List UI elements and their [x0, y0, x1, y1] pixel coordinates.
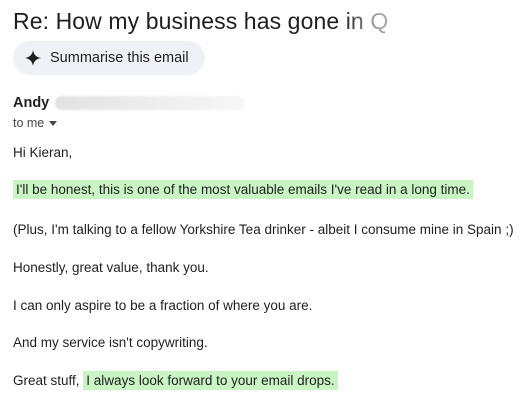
email-body-line: Great stuff, I always look forward to yo… [13, 371, 338, 391]
sparkle-icon [25, 50, 41, 66]
summarise-button-label: Summarise this email [50, 50, 189, 66]
email-subject: Re: How my business has gone in Q [13, 8, 389, 34]
subject-row: Re: How my business has gone in Q [13, 6, 531, 36]
recipient-details-toggle[interactable]: to me [13, 116, 58, 130]
email-body-text: Great stuff, [13, 373, 84, 388]
email-body-line: Honestly, great value, thank you. [13, 260, 209, 275]
email-body-line: And my service isn't copywriting. [13, 335, 208, 350]
email-greeting: Hi Kieran, [13, 145, 73, 160]
sender-row: Andy [13, 95, 246, 111]
caret-down-icon [49, 121, 58, 126]
recipient-label: to me [13, 116, 45, 130]
summarise-button[interactable]: Summarise this email [13, 41, 205, 75]
email-body-line: (Plus, I'm talking to a fellow Yorkshire… [13, 222, 514, 237]
email-view: Re: How my business has gone in Q Summar… [0, 0, 531, 400]
highlighted-text: I'll be honest, this is one of the most … [13, 180, 473, 199]
email-body-line: I'll be honest, this is one of the most … [13, 180, 473, 200]
highlighted-text: I always look forward to your email drop… [83, 371, 338, 390]
email-body-line: I can only aspire to be a fraction of wh… [13, 298, 313, 313]
sender-email-redaction [55, 96, 246, 110]
sender-name[interactable]: Andy [13, 95, 49, 111]
